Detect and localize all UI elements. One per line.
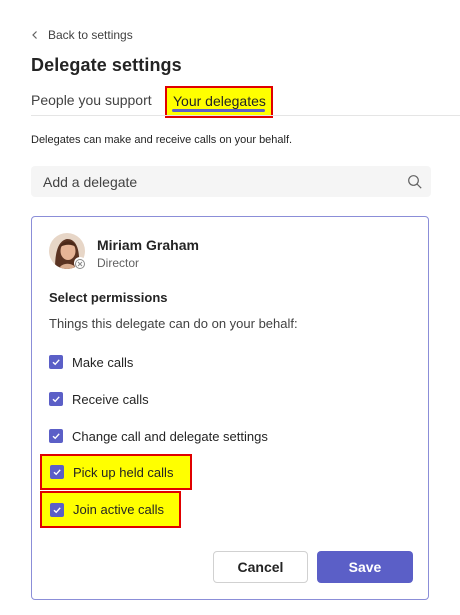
save-button[interactable]: Save bbox=[317, 551, 413, 583]
delegate-role: Director bbox=[97, 256, 140, 270]
permissions-heading: Select permissions bbox=[49, 290, 168, 305]
permission-make-calls[interactable]: Make calls bbox=[49, 352, 133, 372]
search-placeholder: Add a delegate bbox=[43, 174, 138, 190]
add-delegate-search[interactable]: Add a delegate bbox=[31, 166, 431, 197]
checkbox-checked-icon[interactable] bbox=[49, 355, 63, 369]
delegates-description: Delegates can make and receive calls on … bbox=[31, 134, 293, 146]
tab-your-delegates[interactable]: Your delegates bbox=[165, 86, 273, 118]
checkbox-checked-icon[interactable] bbox=[49, 429, 63, 443]
permission-label: Make calls bbox=[72, 354, 134, 370]
permission-label: Receive calls bbox=[72, 391, 149, 407]
checkbox-checked-icon[interactable] bbox=[50, 465, 64, 479]
permission-receive-calls[interactable]: Receive calls bbox=[49, 389, 149, 409]
permission-label: Join active calls bbox=[73, 502, 165, 517]
search-icon[interactable] bbox=[407, 174, 423, 190]
permission-label: Pick up held calls bbox=[73, 464, 174, 480]
tab-people-you-support[interactable]: People you support bbox=[31, 92, 152, 108]
checkbox-checked-icon[interactable] bbox=[50, 502, 64, 517]
chevron-left-icon bbox=[32, 31, 37, 39]
permission-pick-up-held-calls[interactable]: Pick up held calls bbox=[40, 454, 192, 490]
tab-divider bbox=[31, 115, 460, 116]
tab-bar: People you support Your delegates bbox=[31, 86, 460, 118]
permission-label: Change call and delegate settings bbox=[72, 428, 268, 444]
cancel-button[interactable]: Cancel bbox=[213, 551, 308, 583]
back-link-label: Back to settings bbox=[48, 28, 133, 42]
permission-join-active-calls[interactable]: Join active calls bbox=[40, 491, 181, 528]
tab-your-delegates-label: Your delegates bbox=[173, 93, 266, 109]
back-to-settings-link[interactable]: Back to settings bbox=[30, 26, 133, 44]
presence-status-icon bbox=[74, 257, 86, 269]
delegate-name: Miriam Graham bbox=[97, 237, 199, 253]
page-title: Delegate settings bbox=[31, 55, 182, 75]
permission-change-settings[interactable]: Change call and delegate settings bbox=[49, 426, 268, 446]
permissions-subtitle: Things this delegate can do on your beha… bbox=[49, 316, 298, 331]
active-tab-indicator bbox=[172, 109, 265, 112]
checkbox-checked-icon[interactable] bbox=[49, 392, 63, 406]
